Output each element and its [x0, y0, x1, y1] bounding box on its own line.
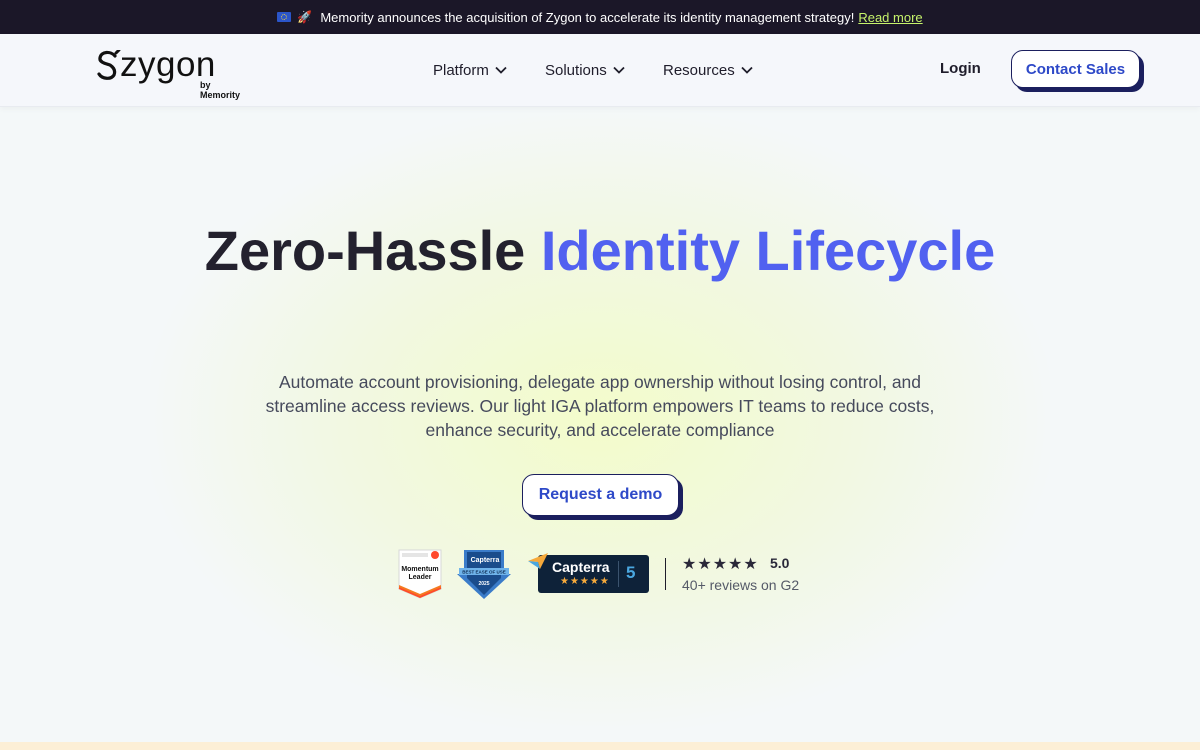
awards-badges: Momentum Leader Capterra BEST EASE OF US… — [398, 548, 818, 600]
nav-item-resources[interactable]: Resources — [663, 34, 753, 106]
next-section-edge — [0, 742, 1200, 750]
top-navigation: zygon by Memority Platform Solutions Res… — [0, 34, 1200, 107]
nav-item-label: Solutions — [545, 61, 607, 79]
contact-sales-button[interactable]: Contact Sales — [1011, 50, 1140, 88]
chevron-down-icon — [613, 66, 625, 74]
zygon-logo[interactable]: zygon by Memority — [96, 45, 248, 100]
divider — [665, 558, 666, 590]
hero-title-part1: Zero-Hassle — [204, 219, 526, 282]
request-demo-button-wrapper: Request a demo — [522, 474, 683, 520]
g2-momentum-leader-badge: Momentum Leader — [398, 549, 442, 599]
capterra-arrow-icon — [528, 553, 548, 569]
contact-sales-button-wrapper: Contact Sales — [1011, 50, 1144, 92]
nav-item-platform[interactable]: Platform — [433, 34, 507, 106]
announcement-text: Memority announces the acquisition of Zy… — [320, 9, 855, 25]
hero-subtitle: Automate account provisioning, delegate … — [265, 372, 935, 440]
divider — [618, 561, 619, 587]
logo-subtext: by Memority — [200, 80, 241, 100]
capterra-best-ease-of-use-badge: Capterra BEST EASE OF USE 2025 — [457, 550, 511, 599]
capterra-badge-line1: BEST EASE OF USE — [462, 570, 506, 575]
hero-title-accent: Identity Lifecycle — [540, 219, 996, 282]
request-demo-button[interactable]: Request a demo — [522, 474, 679, 516]
capterra-stars-icon: ★★★★★ — [560, 576, 610, 587]
g2-stars-icon: ★★★★★ — [682, 556, 759, 573]
nav-item-solutions[interactable]: Solutions — [545, 34, 625, 106]
logo-wordmark: zygon — [120, 45, 216, 84]
login-link[interactable]: Login — [940, 60, 981, 77]
hero-title: Zero-Hassle Identity Lifecycle — [200, 222, 1000, 280]
capterra-rating-score: 5 — [626, 563, 636, 582]
g2-badge-line2: Leader — [409, 574, 432, 581]
eu-flag-icon — [277, 12, 292, 22]
chevron-down-icon — [741, 66, 753, 74]
nav-item-label: Platform — [433, 61, 489, 79]
g2-badge-line1: Momentum — [401, 566, 438, 573]
g2-rating-value: 5.0 — [770, 555, 790, 571]
read-more-link[interactable]: Read more — [858, 10, 922, 25]
chevron-down-icon — [495, 66, 507, 74]
nav-item-label: Resources — [663, 61, 735, 79]
zygon-logo-mark-icon — [97, 50, 121, 80]
capterra-rating-badge: Capterra ★★★★★ 5 — [528, 553, 649, 593]
capterra-badge-year: 2025 — [478, 581, 489, 587]
capterra-rating-brand: Capterra — [552, 559, 610, 575]
g2-review-count: 40+ reviews on G2 — [682, 577, 800, 593]
announcement-bar: 🚀 Memority announces the acquisition of … — [0, 0, 1200, 34]
rocket-icon: 🚀 — [297, 10, 313, 24]
capterra-badge-brand: Capterra — [471, 557, 500, 564]
